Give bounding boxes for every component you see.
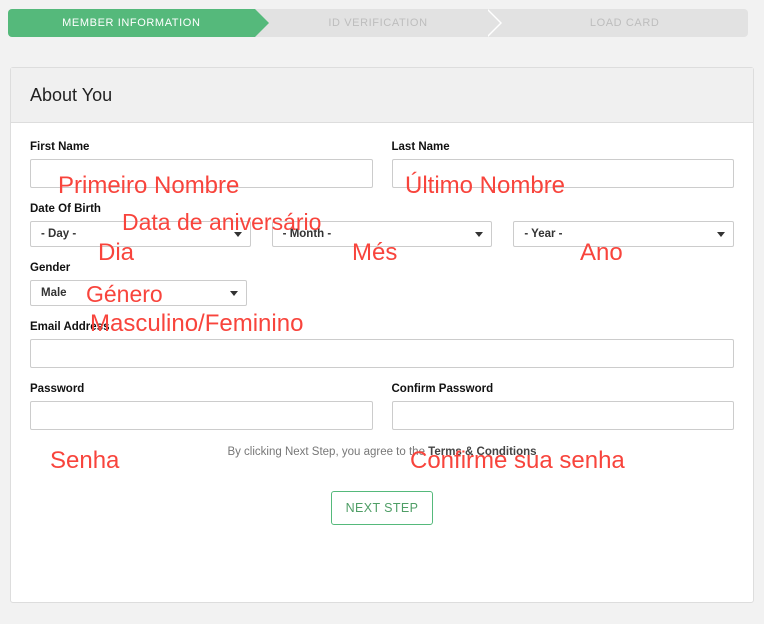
day-select-value: - Day -: [41, 228, 77, 240]
step-separator-chevron-icon: [486, 9, 503, 37]
email-label: Email Address: [30, 321, 110, 333]
chevron-down-icon: [475, 232, 484, 237]
wizard-step-load-card[interactable]: LOAD CARD: [501, 9, 749, 37]
email-field-group: Email Address: [30, 321, 734, 368]
email-input[interactable]: [30, 339, 734, 368]
chevron-down-icon: [233, 232, 242, 237]
form-body: First Name Last Name Date Of Birth - Day…: [11, 123, 753, 525]
name-row: First Name Last Name: [30, 141, 734, 188]
year-select-value: - Year -: [524, 228, 563, 240]
gender-label: Gender: [30, 262, 71, 274]
wizard-step-bar: MEMBER INFORMATION ID VERIFICATION LOAD …: [8, 9, 749, 37]
wizard-step-member-information[interactable]: MEMBER INFORMATION: [8, 9, 269, 37]
wizard-step-label: ID VERIFICATION: [328, 17, 428, 29]
first-name-label: First Name: [30, 141, 90, 153]
password-input[interactable]: [30, 401, 373, 430]
password-row: Password Confirm Password: [30, 383, 734, 430]
confirm-password-field-group: Confirm Password: [391, 383, 734, 430]
terms-prefix: By clicking Next Step, you agree to the: [227, 446, 429, 458]
next-step-button[interactable]: NEXT STEP: [330, 491, 434, 525]
month-select-value: - Month -: [282, 228, 332, 240]
gender-select[interactable]: Male: [30, 280, 247, 306]
wizard-step-id-verification[interactable]: ID VERIFICATION: [254, 9, 503, 37]
date-of-birth-selects: - Day - - Month - - Year -: [30, 221, 735, 247]
last-name-input[interactable]: [391, 159, 734, 188]
password-label: Password: [30, 383, 85, 395]
month-select[interactable]: - Month -: [271, 221, 493, 247]
day-select[interactable]: - Day -: [30, 221, 251, 247]
wizard-step-label: MEMBER INFORMATION: [62, 17, 201, 29]
last-name-field-group: Last Name: [391, 141, 734, 188]
first-name-field-group: First Name: [30, 141, 373, 188]
last-name-label: Last Name: [391, 141, 450, 153]
terms-notice: By clicking Next Step, you agree to the …: [30, 446, 734, 458]
date-of-birth-label: Date Of Birth: [30, 203, 101, 215]
chevron-down-icon: [717, 232, 726, 237]
confirm-password-input[interactable]: [391, 401, 734, 430]
first-name-input[interactable]: [30, 159, 373, 188]
chevron-down-icon: [230, 291, 238, 296]
date-of-birth-group: Date Of Birth - Day - - Month - - Year -: [30, 203, 735, 247]
panel-header: About You: [11, 68, 753, 123]
gender-group: Gender Male: [30, 262, 734, 306]
password-field-group: Password: [30, 383, 373, 430]
confirm-password-label: Confirm Password: [391, 383, 494, 395]
gender-select-wrap: Male: [30, 280, 247, 306]
wizard-step-label: LOAD CARD: [589, 17, 660, 29]
year-select[interactable]: - Year -: [513, 221, 735, 247]
about-you-panel: About You First Name Last Name Date Of B…: [10, 67, 754, 603]
page-title: About You: [30, 84, 113, 105]
terms-and-conditions-link[interactable]: Terms & Conditions: [428, 446, 536, 458]
gender-select-value: Male: [41, 287, 67, 299]
next-step-wrap: NEXT STEP: [30, 491, 734, 525]
